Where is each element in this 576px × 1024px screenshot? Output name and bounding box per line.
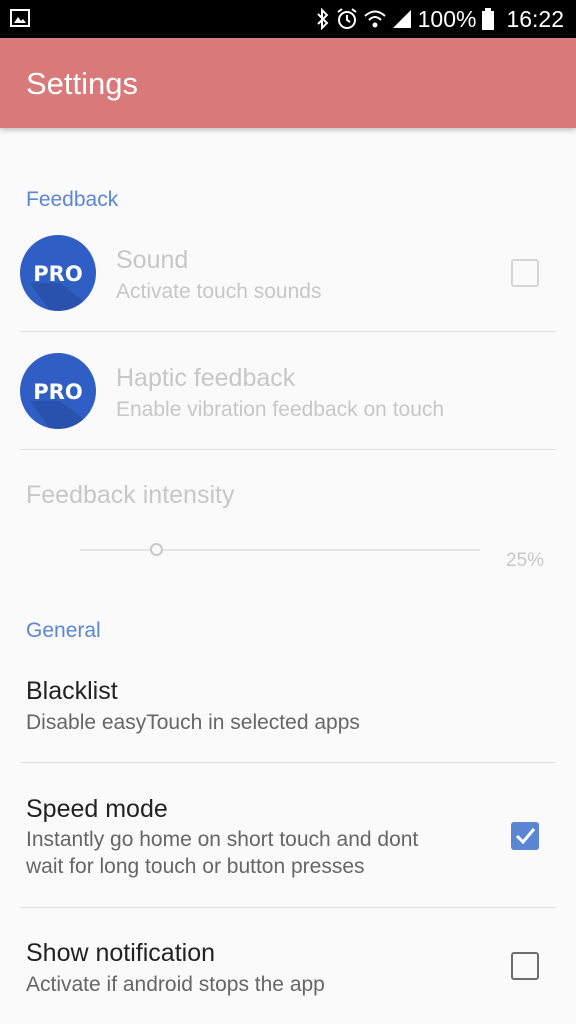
speed-mode-checkbox[interactable]	[511, 822, 539, 850]
pref-title: Haptic feedback	[116, 364, 296, 392]
pref-summary: Instantly go home on short touch and don…	[26, 828, 419, 851]
intensity-value: 25%	[506, 550, 545, 571]
battery-icon	[482, 8, 495, 30]
divider	[20, 449, 556, 450]
bluetooth-icon	[316, 8, 329, 30]
section-header-general: General	[26, 619, 101, 642]
settings-list[interactable]: Feedback PRO Sound Activate touch sounds…	[0, 128, 576, 1024]
status-time: 16:22	[506, 5, 564, 32]
pref-summary: Disable easyTouch in selected apps	[26, 711, 360, 734]
checkmark-icon	[515, 828, 536, 845]
alarm-icon	[337, 8, 357, 29]
divider	[20, 907, 556, 908]
battery-percent: 100%	[417, 5, 477, 32]
pref-title: Feedback intensity	[26, 481, 235, 509]
pref-title: Blacklist	[26, 677, 118, 705]
show-notification-checkbox[interactable]	[511, 952, 539, 980]
pro-badge-icon: PRO	[20, 235, 96, 311]
pref-summary: Activate if android stops the app	[26, 973, 325, 996]
status-bar: 100% 16:22	[0, 0, 576, 38]
pro-badge-label: PRO	[33, 262, 82, 286]
pref-title: Speed mode	[26, 795, 168, 823]
page-title: Settings	[26, 66, 139, 101]
intensity-slider-thumb[interactable]	[150, 543, 163, 556]
pro-badge-icon: PRO	[20, 353, 96, 429]
gallery-icon	[10, 9, 30, 27]
pref-title: Show notification	[26, 939, 216, 967]
sound-checkbox[interactable]	[511, 259, 539, 287]
pref-title: Sound	[116, 246, 189, 274]
pref-summary: Enable vibration feedback on touch	[116, 398, 445, 421]
section-header-feedback: Feedback	[26, 188, 119, 211]
pro-badge-label: PRO	[33, 380, 82, 404]
pref-summary: Activate touch sounds	[116, 280, 322, 303]
intensity-slider-track[interactable]	[80, 549, 480, 551]
signal-icon	[392, 10, 411, 28]
pref-summary: wait for long touch or button presses	[26, 855, 365, 878]
app-bar: Settings	[0, 38, 576, 128]
divider	[20, 331, 556, 332]
divider	[20, 762, 556, 763]
wifi-icon	[363, 10, 386, 28]
